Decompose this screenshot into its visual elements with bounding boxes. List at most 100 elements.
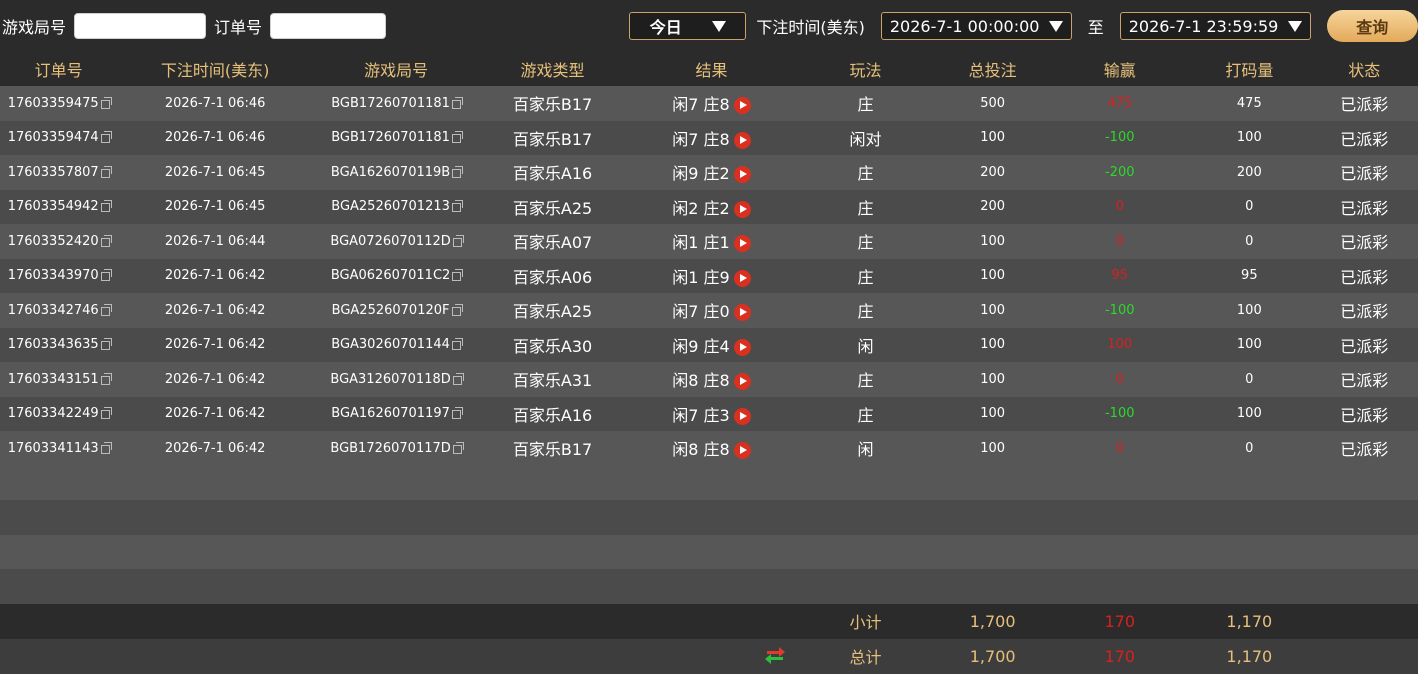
play-icon[interactable] — [733, 304, 751, 322]
copy-icon[interactable] — [452, 165, 464, 178]
copy-icon[interactable] — [451, 96, 463, 109]
play-icon[interactable] — [733, 235, 751, 253]
win-loss-cell: -100 — [1104, 406, 1135, 422]
total-bet-cell: 100 — [980, 302, 1006, 318]
subtotal-win: 170 — [1104, 611, 1136, 631]
play-icon[interactable] — [733, 97, 751, 115]
play-icon[interactable] — [733, 200, 751, 218]
status-cell: 已派彩 — [1340, 371, 1389, 391]
copy-icon[interactable] — [451, 407, 463, 420]
code-cell: 100 — [1236, 406, 1262, 422]
table-row: 17603342746 2026-7-1 06:42 BGA2526070120F 百… — [0, 293, 1418, 328]
chevron-down-icon — [711, 20, 726, 32]
round-cell[interactable]: BGB1726070117D — [313, 441, 479, 456]
copy-icon[interactable] — [100, 234, 112, 247]
order-no-cell[interactable]: 17603357807 — [0, 165, 117, 180]
result-text: 闲8 庄8 — [672, 440, 730, 460]
copy-icon[interactable] — [451, 131, 463, 144]
game-type-cell: 百家乐B17 — [512, 440, 593, 460]
round-cell[interactable]: BGB17260701181 — [313, 130, 479, 145]
play-icon[interactable] — [733, 338, 751, 356]
bet-time-cell: 2026-7-1 06:42 — [164, 406, 266, 422]
copy-icon[interactable] — [100, 200, 112, 213]
order-no-cell[interactable]: 17603341143 — [0, 441, 117, 456]
round-cell[interactable]: BGA0726070112D — [313, 234, 479, 249]
round-cell[interactable]: BGA062607011C2 — [313, 268, 479, 283]
play-cell: 庄 — [857, 371, 874, 391]
query-button[interactable]: 查询 — [1326, 10, 1418, 42]
copy-icon[interactable] — [452, 234, 464, 247]
status-cell: 已派彩 — [1340, 95, 1389, 115]
order-no-cell[interactable]: 17603342746 — [0, 303, 117, 318]
filter-bar: 游戏局号 订单号 今日 下注时间(美东) 2026-7-1 00:00:00 至… — [0, 0, 1418, 52]
round-cell[interactable]: BGA2526070120F — [313, 303, 479, 318]
play-icon[interactable] — [733, 166, 751, 184]
refresh-icon[interactable] — [763, 642, 787, 666]
table-row: 17603343635 2026-7-1 06:42 BGA30260701144 百… — [0, 327, 1418, 362]
code-cell: 0 — [1245, 371, 1254, 387]
play-icon[interactable] — [733, 442, 751, 460]
copy-icon[interactable] — [451, 303, 463, 316]
order-no-cell[interactable]: 17603342249 — [0, 406, 117, 421]
play-cell: 闲 — [857, 336, 874, 356]
start-time-select[interactable]: 2026-7-1 00:00:00 — [880, 12, 1072, 40]
round-cell[interactable]: BGA3126070118D — [313, 372, 479, 387]
game-type-cell: 百家乐A31 — [512, 371, 593, 391]
order-no-cell[interactable]: 17603354942 — [0, 199, 117, 214]
copy-icon[interactable] — [100, 372, 112, 385]
copy-icon[interactable] — [100, 407, 112, 420]
round-cell[interactable]: BGA25260701213 — [313, 199, 479, 214]
copy-icon[interactable] — [452, 441, 464, 454]
round-cell[interactable]: BGA1626070119B — [313, 165, 479, 180]
copy-icon[interactable] — [100, 96, 112, 109]
copy-icon[interactable] — [452, 269, 464, 282]
round-no: BGA30260701144 — [331, 337, 450, 353]
end-time-select[interactable]: 2026-7-1 23:59:59 — [1119, 12, 1311, 40]
result-cell: 闲9 庄2 — [626, 160, 797, 184]
result-text: 闲2 庄2 — [672, 198, 730, 218]
empty-row — [0, 465, 1418, 500]
order-no-cell[interactable]: 17603343970 — [0, 268, 117, 283]
game-type-cell: 百家乐A16 — [512, 164, 593, 184]
copy-icon[interactable] — [100, 338, 112, 351]
total-bet-cell: 100 — [980, 440, 1006, 456]
round-cell[interactable]: BGB17260701181 — [313, 96, 479, 111]
copy-icon[interactable] — [451, 338, 463, 351]
date-range-select[interactable]: 今日 — [629, 12, 747, 40]
subtotal-label: 小计 — [849, 613, 882, 632]
copy-icon[interactable] — [100, 303, 112, 316]
game-round-input[interactable] — [74, 13, 207, 39]
total-bet-cell: 100 — [980, 371, 1006, 387]
copy-icon[interactable] — [100, 131, 112, 144]
play-cell: 闲 — [857, 440, 874, 460]
table-row: 17603359475 2026-7-1 06:46 BGB17260701181 百… — [0, 86, 1418, 121]
copy-icon[interactable] — [100, 441, 112, 454]
play-icon[interactable] — [733, 269, 751, 287]
round-cell[interactable]: BGA30260701144 — [313, 337, 479, 352]
win-loss-cell: 0 — [1115, 440, 1124, 456]
table-row: 17603341143 2026-7-1 06:42 BGB1726070117D 百… — [0, 431, 1418, 466]
code-cell: 100 — [1236, 130, 1262, 146]
play-icon[interactable] — [733, 373, 751, 391]
order-no-input[interactable] — [270, 13, 387, 39]
result-cell: 闲7 庄8 — [626, 91, 797, 115]
order-no-cell[interactable]: 17603343635 — [0, 337, 117, 352]
subtotal-bet: 1,700 — [969, 611, 1016, 631]
order-no-cell[interactable]: 17603359474 — [0, 130, 117, 145]
play-cell: 庄 — [857, 405, 874, 425]
order-no: 17603341143 — [7, 440, 99, 456]
copy-icon[interactable] — [451, 200, 463, 213]
order-no-cell[interactable]: 17603352420 — [0, 234, 117, 249]
play-cell: 庄 — [857, 302, 874, 322]
code-cell: 0 — [1245, 233, 1254, 249]
play-icon[interactable] — [733, 407, 751, 425]
copy-icon[interactable] — [100, 269, 112, 282]
copy-icon[interactable] — [100, 165, 112, 178]
copy-icon[interactable] — [452, 372, 464, 385]
result-text: 闲7 庄0 — [672, 302, 730, 322]
order-no-cell[interactable]: 17603359475 — [0, 96, 117, 111]
order-no-cell[interactable]: 17603343151 — [0, 372, 117, 387]
col-win-loss: 输赢 — [1103, 61, 1136, 80]
play-icon[interactable] — [733, 131, 751, 149]
round-cell[interactable]: BGA16260701197 — [313, 406, 479, 421]
